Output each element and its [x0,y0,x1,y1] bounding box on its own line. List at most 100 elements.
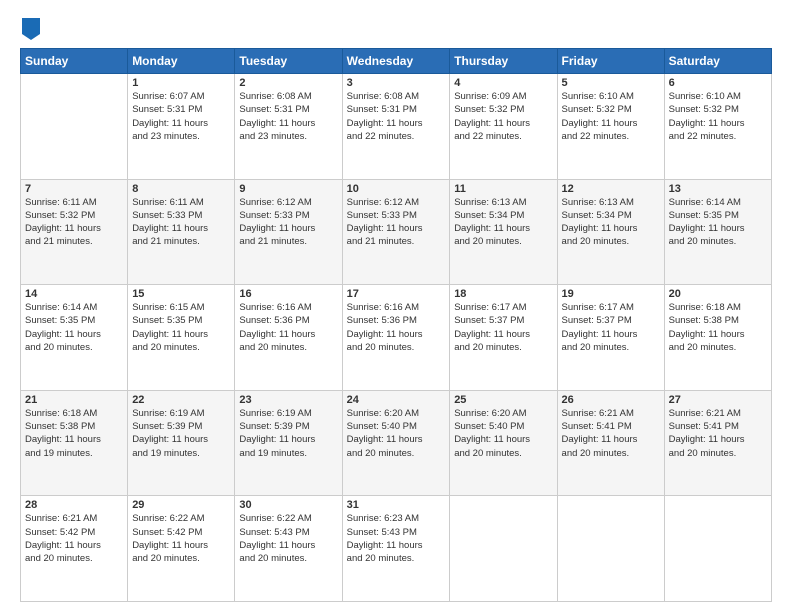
calendar-day-header: Tuesday [235,49,342,74]
calendar-cell: 6Sunrise: 6:10 AM Sunset: 5:32 PM Daylig… [664,74,771,180]
calendar-day-header: Sunday [21,49,128,74]
day-number: 2 [239,77,337,89]
day-info: Sunrise: 6:12 AM Sunset: 5:33 PM Dayligh… [347,196,446,249]
calendar-cell: 25Sunrise: 6:20 AM Sunset: 5:40 PM Dayli… [450,390,557,496]
calendar: SundayMondayTuesdayWednesdayThursdayFrid… [20,48,772,602]
calendar-cell: 29Sunrise: 6:22 AM Sunset: 5:42 PM Dayli… [128,496,235,602]
day-info: Sunrise: 6:21 AM Sunset: 5:42 PM Dayligh… [25,512,123,565]
day-info: Sunrise: 6:16 AM Sunset: 5:36 PM Dayligh… [347,301,446,354]
calendar-cell: 15Sunrise: 6:15 AM Sunset: 5:35 PM Dayli… [128,285,235,391]
day-info: Sunrise: 6:16 AM Sunset: 5:36 PM Dayligh… [239,301,337,354]
day-number: 24 [347,394,446,406]
calendar-cell: 26Sunrise: 6:21 AM Sunset: 5:41 PM Dayli… [557,390,664,496]
day-number: 5 [562,77,660,89]
page: SundayMondayTuesdayWednesdayThursdayFrid… [0,0,792,612]
calendar-cell: 9Sunrise: 6:12 AM Sunset: 5:33 PM Daylig… [235,179,342,285]
day-info: Sunrise: 6:10 AM Sunset: 5:32 PM Dayligh… [562,90,660,143]
calendar-cell [664,496,771,602]
day-number: 12 [562,183,660,195]
day-number: 16 [239,288,337,300]
calendar-cell: 11Sunrise: 6:13 AM Sunset: 5:34 PM Dayli… [450,179,557,285]
day-info: Sunrise: 6:18 AM Sunset: 5:38 PM Dayligh… [25,407,123,460]
day-info: Sunrise: 6:11 AM Sunset: 5:32 PM Dayligh… [25,196,123,249]
day-info: Sunrise: 6:07 AM Sunset: 5:31 PM Dayligh… [132,90,230,143]
day-info: Sunrise: 6:21 AM Sunset: 5:41 PM Dayligh… [562,407,660,460]
calendar-cell: 22Sunrise: 6:19 AM Sunset: 5:39 PM Dayli… [128,390,235,496]
day-info: Sunrise: 6:14 AM Sunset: 5:35 PM Dayligh… [25,301,123,354]
calendar-cell: 20Sunrise: 6:18 AM Sunset: 5:38 PM Dayli… [664,285,771,391]
calendar-cell: 4Sunrise: 6:09 AM Sunset: 5:32 PM Daylig… [450,74,557,180]
logo-icon [22,18,40,40]
calendar-week-row: 21Sunrise: 6:18 AM Sunset: 5:38 PM Dayli… [21,390,772,496]
day-number: 21 [25,394,123,406]
calendar-cell: 31Sunrise: 6:23 AM Sunset: 5:43 PM Dayli… [342,496,450,602]
calendar-cell: 28Sunrise: 6:21 AM Sunset: 5:42 PM Dayli… [21,496,128,602]
day-number: 10 [347,183,446,195]
day-info: Sunrise: 6:19 AM Sunset: 5:39 PM Dayligh… [132,407,230,460]
calendar-day-header: Thursday [450,49,557,74]
day-info: Sunrise: 6:20 AM Sunset: 5:40 PM Dayligh… [347,407,446,460]
calendar-cell: 12Sunrise: 6:13 AM Sunset: 5:34 PM Dayli… [557,179,664,285]
header [20,18,772,40]
day-info: Sunrise: 6:14 AM Sunset: 5:35 PM Dayligh… [669,196,767,249]
calendar-cell: 30Sunrise: 6:22 AM Sunset: 5:43 PM Dayli… [235,496,342,602]
calendar-cell: 8Sunrise: 6:11 AM Sunset: 5:33 PM Daylig… [128,179,235,285]
day-number: 13 [669,183,767,195]
day-number: 14 [25,288,123,300]
day-info: Sunrise: 6:10 AM Sunset: 5:32 PM Dayligh… [669,90,767,143]
day-number: 1 [132,77,230,89]
day-number: 27 [669,394,767,406]
day-info: Sunrise: 6:17 AM Sunset: 5:37 PM Dayligh… [454,301,552,354]
day-info: Sunrise: 6:08 AM Sunset: 5:31 PM Dayligh… [347,90,446,143]
day-number: 9 [239,183,337,195]
day-number: 11 [454,183,552,195]
calendar-cell: 14Sunrise: 6:14 AM Sunset: 5:35 PM Dayli… [21,285,128,391]
day-number: 18 [454,288,552,300]
calendar-cell: 2Sunrise: 6:08 AM Sunset: 5:31 PM Daylig… [235,74,342,180]
calendar-cell: 16Sunrise: 6:16 AM Sunset: 5:36 PM Dayli… [235,285,342,391]
day-number: 4 [454,77,552,89]
day-number: 26 [562,394,660,406]
day-number: 25 [454,394,552,406]
day-info: Sunrise: 6:21 AM Sunset: 5:41 PM Dayligh… [669,407,767,460]
calendar-week-row: 28Sunrise: 6:21 AM Sunset: 5:42 PM Dayli… [21,496,772,602]
day-number: 6 [669,77,767,89]
day-info: Sunrise: 6:12 AM Sunset: 5:33 PM Dayligh… [239,196,337,249]
calendar-week-row: 7Sunrise: 6:11 AM Sunset: 5:32 PM Daylig… [21,179,772,285]
calendar-cell [557,496,664,602]
calendar-cell: 5Sunrise: 6:10 AM Sunset: 5:32 PM Daylig… [557,74,664,180]
day-number: 19 [562,288,660,300]
day-number: 29 [132,499,230,511]
calendar-header-row: SundayMondayTuesdayWednesdayThursdayFrid… [21,49,772,74]
day-number: 8 [132,183,230,195]
day-info: Sunrise: 6:09 AM Sunset: 5:32 PM Dayligh… [454,90,552,143]
day-info: Sunrise: 6:13 AM Sunset: 5:34 PM Dayligh… [562,196,660,249]
day-info: Sunrise: 6:22 AM Sunset: 5:42 PM Dayligh… [132,512,230,565]
day-number: 23 [239,394,337,406]
calendar-week-row: 1Sunrise: 6:07 AM Sunset: 5:31 PM Daylig… [21,74,772,180]
calendar-cell: 1Sunrise: 6:07 AM Sunset: 5:31 PM Daylig… [128,74,235,180]
calendar-cell: 27Sunrise: 6:21 AM Sunset: 5:41 PM Dayli… [664,390,771,496]
day-number: 30 [239,499,337,511]
day-number: 17 [347,288,446,300]
calendar-cell: 13Sunrise: 6:14 AM Sunset: 5:35 PM Dayli… [664,179,771,285]
calendar-week-row: 14Sunrise: 6:14 AM Sunset: 5:35 PM Dayli… [21,285,772,391]
calendar-cell: 17Sunrise: 6:16 AM Sunset: 5:36 PM Dayli… [342,285,450,391]
day-info: Sunrise: 6:13 AM Sunset: 5:34 PM Dayligh… [454,196,552,249]
day-number: 20 [669,288,767,300]
calendar-cell [450,496,557,602]
day-info: Sunrise: 6:11 AM Sunset: 5:33 PM Dayligh… [132,196,230,249]
calendar-day-header: Saturday [664,49,771,74]
day-info: Sunrise: 6:23 AM Sunset: 5:43 PM Dayligh… [347,512,446,565]
calendar-cell: 3Sunrise: 6:08 AM Sunset: 5:31 PM Daylig… [342,74,450,180]
calendar-cell: 19Sunrise: 6:17 AM Sunset: 5:37 PM Dayli… [557,285,664,391]
day-number: 31 [347,499,446,511]
day-info: Sunrise: 6:18 AM Sunset: 5:38 PM Dayligh… [669,301,767,354]
calendar-cell: 23Sunrise: 6:19 AM Sunset: 5:39 PM Dayli… [235,390,342,496]
day-info: Sunrise: 6:22 AM Sunset: 5:43 PM Dayligh… [239,512,337,565]
calendar-cell: 24Sunrise: 6:20 AM Sunset: 5:40 PM Dayli… [342,390,450,496]
day-info: Sunrise: 6:17 AM Sunset: 5:37 PM Dayligh… [562,301,660,354]
calendar-cell: 10Sunrise: 6:12 AM Sunset: 5:33 PM Dayli… [342,179,450,285]
calendar-cell: 18Sunrise: 6:17 AM Sunset: 5:37 PM Dayli… [450,285,557,391]
logo [20,18,40,40]
